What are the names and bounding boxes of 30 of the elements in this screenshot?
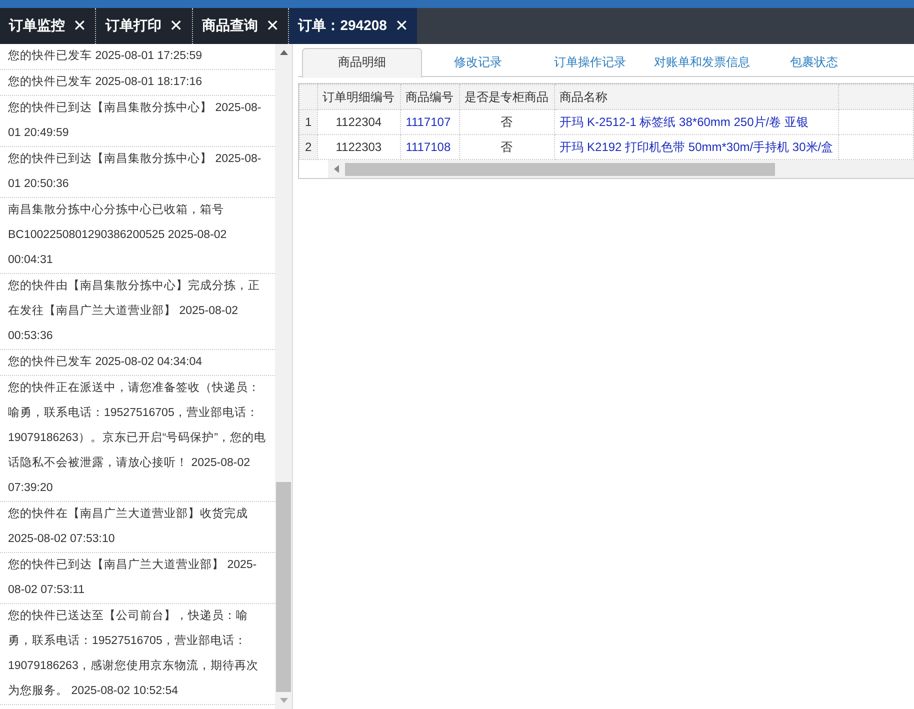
table-cell: 否 <box>459 110 554 134</box>
scroll-down-icon[interactable] <box>280 698 288 703</box>
page-tab[interactable]: 商品查询 ✕ <box>192 8 290 44</box>
close-icon[interactable]: ✕ <box>169 16 183 36</box>
detail-tab[interactable]: 包裹状态 <box>758 48 870 76</box>
detail-tab[interactable]: 订单操作记录 <box>534 48 646 76</box>
close-icon[interactable]: ✕ <box>394 16 408 36</box>
column-header: 商品编号 <box>400 84 460 110</box>
scroll-left-icon[interactable] <box>334 165 339 173</box>
scroll-thumb[interactable] <box>345 162 775 176</box>
column-header: 订单明细编号 <box>317 84 400 110</box>
column-header: 商品名称 <box>554 84 839 110</box>
page-tab[interactable]: 订单监控 ✕ <box>0 8 96 44</box>
scrollbar[interactable] <box>275 44 292 709</box>
scrollbar[interactable] <box>328 160 914 178</box>
page-tab[interactable]: 订单：294208 ✕ <box>289 8 418 44</box>
page-tab[interactable]: 订单打印 ✕ <box>96 8 193 44</box>
row-number: 2 <box>300 134 318 160</box>
row-number: 1 <box>300 110 318 134</box>
detail-tab[interactable]: 对账单和发票信息 <box>646 48 758 76</box>
close-icon[interactable]: ✕ <box>73 16 86 36</box>
scroll-thumb[interactable] <box>276 482 291 692</box>
scroll-up-icon[interactable] <box>280 50 288 55</box>
detail-tab[interactable]: 商品明细 <box>302 48 422 78</box>
table-cell[interactable]: 开玛 K-2512-1 标签纸 38*60mm 250片/卷 亚银 <box>554 110 839 134</box>
table-cell: 1122304 <box>317 110 400 134</box>
detail-tab[interactable]: 修改记录 <box>422 48 534 76</box>
close-icon[interactable]: ✕ <box>266 16 280 36</box>
column-header: 是否是专柜商品 <box>459 84 554 110</box>
table-cell[interactable]: 1117107 <box>400 110 460 134</box>
